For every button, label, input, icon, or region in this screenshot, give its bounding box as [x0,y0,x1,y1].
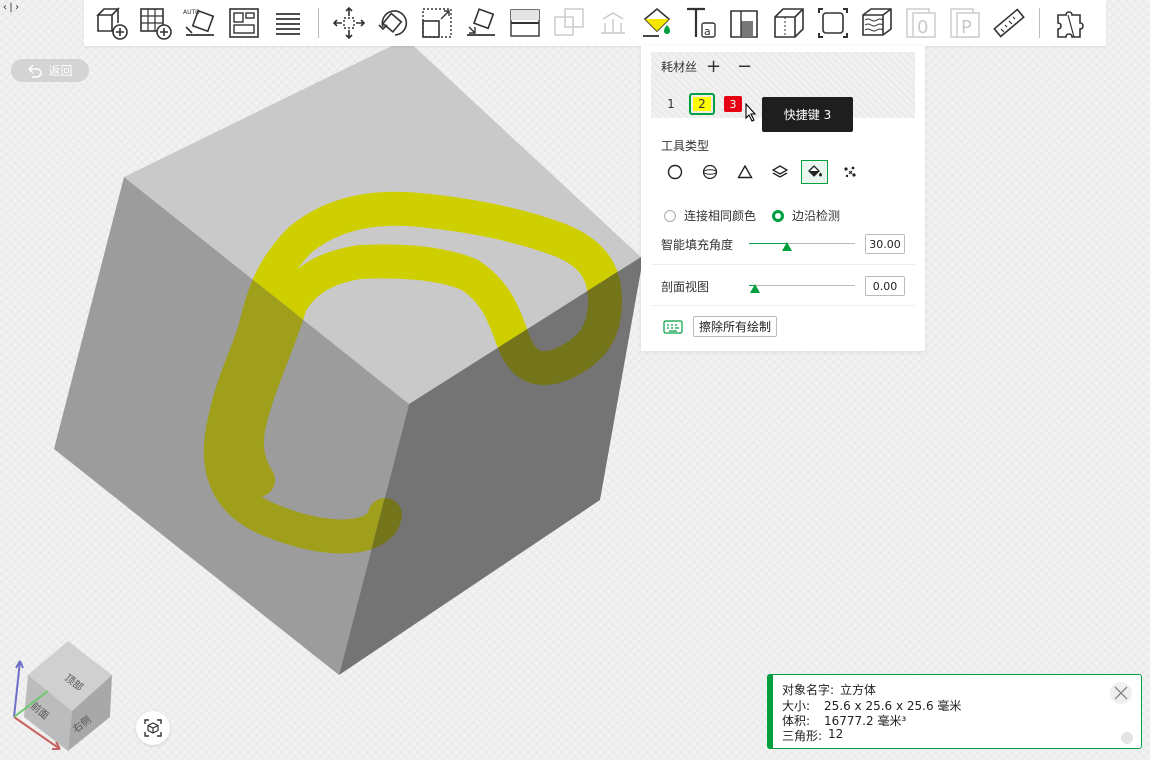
assembly-0-icon[interactable]: 0 [899,1,943,45]
clear-all-paint-button[interactable]: 擦除所有绘制 [693,316,778,337]
color-paint-icon[interactable] [635,1,679,45]
divider [651,305,915,306]
layers-icon[interactable] [766,160,793,184]
toolbar-separator [1039,8,1040,38]
puzzle-split-icon[interactable] [1048,1,1092,45]
connect-same-color-label: 连接相同颜色 [684,209,757,223]
fuzzy-skin-icon[interactable] [855,1,899,45]
edge-detection-option[interactable]: 边沿检测 [772,207,840,224]
filament-title: 耗材丝 [661,60,698,74]
assembly-p-icon[interactable]: P [943,1,987,45]
object-triangles-row: 三角形: 12 [782,727,843,744]
move-icon[interactable] [327,1,371,45]
smart-fill-angle-input[interactable]: 30.00 [865,234,905,254]
section-view-label: 剖面视图 [661,279,710,294]
filament-swatch-3[interactable]: 3 [724,96,742,112]
camera-reset-button[interactable] [136,711,170,745]
section-view-slider[interactable] [749,279,855,293]
3d-viewport[interactable] [0,0,1150,760]
smart-fill-angle-label: 智能填充角度 [661,237,734,252]
sphere-brush-icon[interactable] [696,160,723,184]
fill-mode-options: 连接相同颜色 边沿检测 [664,207,856,224]
add-filament-button[interactable]: + [706,58,721,76]
main-toolbar: AUTO a 0 P [84,0,1106,46]
connect-same-color-option[interactable]: 连接相同颜色 [664,207,756,224]
view-navigation-cube[interactable]: 顶部 前面 右侧 [6,635,118,753]
smart-fill-angle-row: 智能填充角度 30.00 [661,234,907,254]
scale-icon[interactable] [415,1,459,45]
slider-thumb[interactable] [782,242,793,251]
object-triangles-value: 12 [828,727,844,741]
object-name-value: 立方体 [840,683,877,697]
arrange-icon[interactable] [222,1,266,45]
gap-fill-icon[interactable] [836,160,863,184]
ruler-icon[interactable] [987,1,1031,45]
triangle-icon[interactable] [731,160,758,184]
support-paint-icon[interactable] [591,1,635,45]
divider [651,264,915,265]
svg-text:P: P [961,17,972,38]
add-object-icon[interactable] [90,1,134,45]
object-name-row: 对象名字: 立方体 [782,681,876,698]
radio-unchecked[interactable] [664,209,676,222]
variable-layer-icon[interactable] [767,1,811,45]
boolean-icon[interactable] [547,1,591,45]
filament-swatch-2[interactable]: 2 [689,93,715,115]
clear-row: 擦除所有绘制 [663,316,778,337]
smart-fill-angle-slider[interactable] [749,237,855,251]
svg-text:a: a [704,25,711,38]
camera-view-icon [144,719,162,737]
tool-type-row [661,160,863,184]
back-button-label: 返回 [48,64,73,78]
slice-layers-icon[interactable] [266,1,310,45]
auto-orient-icon[interactable]: AUTO [178,1,222,45]
color-paint-panel: 耗材丝 + − 1 2 3 工具类型 连接相同颜色 边沿检测 智能填充角度 30… [641,46,925,351]
object-triangles-label: 三角形: [782,729,823,743]
radio-checked[interactable] [772,209,785,222]
circle-brush-icon[interactable] [661,160,688,184]
object-name-label: 对象名字: [782,683,835,697]
shortcut-tooltip: 快捷键 3 [762,97,853,132]
expand-info-button[interactable] [1121,732,1133,744]
toolbar-separator [318,8,319,38]
add-plate-icon[interactable] [134,1,178,45]
edge-detection-label: 边沿检测 [792,209,841,223]
mouse-cursor-icon [745,103,757,122]
svg-text:0: 0 [917,17,928,38]
object-info-panel: 对象名字: 立方体 大小: 25.6 x 25.6 x 25.6 毫米 体积: … [767,674,1142,749]
return-arrow-icon [28,63,43,78]
fill-bucket-icon[interactable] [801,160,828,184]
keyboard-icon[interactable] [663,319,683,334]
measure-fit-icon[interactable] [811,1,855,45]
remove-filament-button[interactable]: − [737,58,752,76]
section-view-input[interactable]: 0.00 [865,276,905,296]
section-view-row: 剖面视图 0.00 [661,276,907,296]
filament-swatch-1[interactable]: 1 [660,94,682,114]
close-icon [1114,686,1128,700]
lay-on-face-icon[interactable] [459,1,503,45]
slider-thumb[interactable] [750,284,761,293]
seam-icon[interactable] [723,1,767,45]
tool-type-label: 工具类型 [661,139,710,153]
close-info-button[interactable] [1110,682,1132,704]
cut-icon[interactable] [503,1,547,45]
panel-toggle-icon[interactable]: ‹|› [2,2,20,13]
rotate-icon[interactable] [371,1,415,45]
text-tool-icon[interactable]: a [679,1,723,45]
back-button[interactable]: 返回 [11,59,89,82]
